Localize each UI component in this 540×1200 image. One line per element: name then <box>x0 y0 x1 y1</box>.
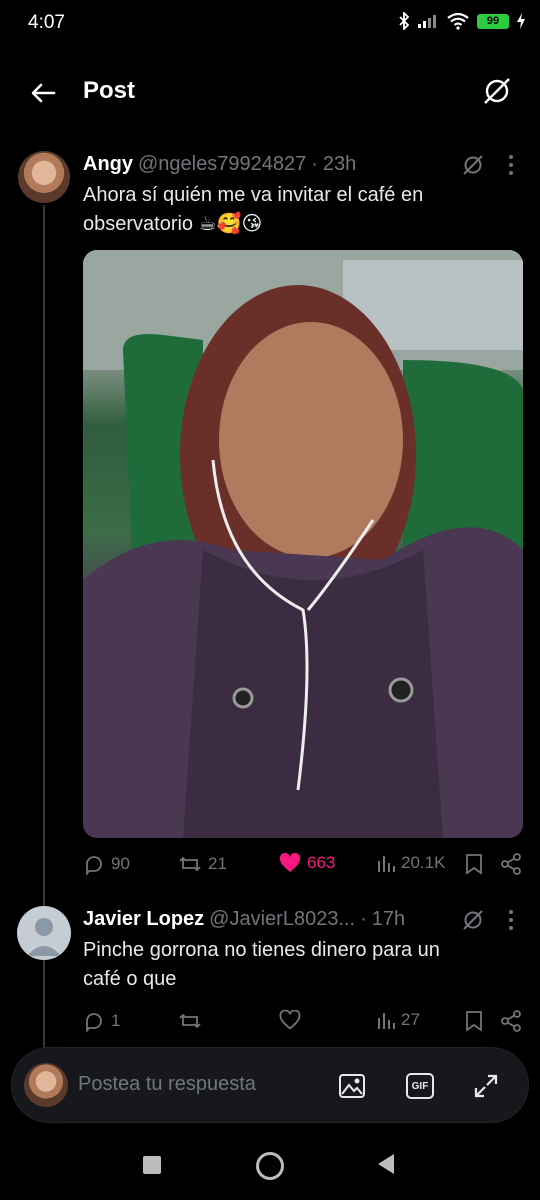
repost-icon <box>179 1013 201 1029</box>
author-name[interactable]: Javier Lopez <box>83 908 204 931</box>
reply-text-line: Pinche gorrona no tienes dinero para un <box>83 939 440 961</box>
heart-filled-icon <box>279 853 301 872</box>
reply-icon <box>86 856 102 875</box>
back-button[interactable] <box>26 76 60 110</box>
grok-post-button[interactable] <box>462 909 484 936</box>
more-vertical-icon <box>509 155 513 175</box>
reply-icon <box>86 1013 102 1032</box>
photo-illustration <box>83 250 523 838</box>
reply-text-line: café o que <box>83 968 177 990</box>
repost-button[interactable]: 21 <box>178 853 227 875</box>
home-button[interactable] <box>256 1152 284 1180</box>
gif-button[interactable]: GIF <box>406 1073 434 1099</box>
battery-indicator: 99 <box>477 13 509 29</box>
image-icon <box>339 1074 365 1098</box>
gif-label: GIF <box>411 1080 429 1092</box>
author-name[interactable]: Angy <box>83 153 133 176</box>
triangle-back-icon <box>378 1154 394 1174</box>
post-time[interactable]: 17h <box>372 908 405 931</box>
reply-header: Javier Lopez @JavierL8023... · 17h <box>83 908 405 931</box>
views-icon <box>378 1013 395 1029</box>
grok-icon <box>484 78 510 104</box>
views-icon <box>378 856 395 872</box>
avatar[interactable] <box>17 906 71 960</box>
expand-icon <box>474 1074 498 1098</box>
tweet-header: Angy @ngeles79924827 · 23h <box>83 153 356 176</box>
like-button[interactable] <box>279 1010 301 1030</box>
like-count: 663 <box>307 853 336 872</box>
repost-count: 21 <box>208 854 227 873</box>
grok-post-button[interactable] <box>462 154 484 181</box>
post-time[interactable]: 23h <box>323 153 356 176</box>
bluetooth-icon <box>399 12 410 30</box>
meta-separator: · <box>311 153 318 175</box>
views-button[interactable]: 27 <box>377 1010 420 1030</box>
bookmark-icon <box>466 1011 482 1032</box>
share-button[interactable] <box>500 1010 522 1037</box>
signal-icon <box>418 15 436 28</box>
bookmark-button[interactable] <box>465 853 483 880</box>
reply-count: 1 <box>111 1011 121 1030</box>
page-title: Post <box>83 77 136 104</box>
grok-button[interactable] <box>482 76 512 106</box>
repost-icon <box>179 856 201 872</box>
status-icons: 99 <box>398 12 526 30</box>
expand-composer-button[interactable] <box>472 1072 500 1105</box>
status-time: 4:07 <box>28 12 65 33</box>
author-handle[interactable]: @ngeles79924827 <box>138 153 306 176</box>
repost-button[interactable] <box>178 1010 202 1032</box>
status-bar: 4:07 99 <box>0 0 540 48</box>
heart-outline-icon <box>279 1010 301 1030</box>
avatar <box>24 1063 68 1107</box>
avatar[interactable] <box>18 151 70 203</box>
share-button[interactable] <box>500 853 522 880</box>
like-button[interactable]: 663 <box>279 853 335 873</box>
default-avatar-icon <box>27 918 61 956</box>
system-back-button[interactable] <box>376 1153 396 1180</box>
bookmark-button[interactable] <box>465 1010 483 1037</box>
add-photo-button[interactable] <box>338 1073 366 1104</box>
arrow-left-icon <box>31 83 56 103</box>
recents-button[interactable] <box>143 1156 161 1174</box>
reply-input[interactable]: Postea tu respuesta <box>78 1073 256 1096</box>
more-options-button[interactable] <box>504 908 518 937</box>
wifi-icon <box>447 12 469 30</box>
charging-icon <box>517 13 525 29</box>
more-vertical-icon <box>509 910 513 930</box>
battery-level: 99 <box>486 15 500 27</box>
views-button[interactable]: 20.1K <box>377 853 445 873</box>
meta-separator: · <box>360 908 367 930</box>
tweet-text-line: Ahora sí quién me va invitar el café en <box>83 184 424 206</box>
reply-button[interactable]: 1 <box>83 1010 120 1032</box>
author-handle[interactable]: @JavierL8023... <box>209 908 355 931</box>
bookmark-icon <box>466 854 482 875</box>
system-navigation-bar <box>0 1136 540 1200</box>
reply-button[interactable]: 90 <box>83 853 130 875</box>
grok-icon <box>463 910 483 930</box>
share-icon <box>501 853 521 875</box>
tweet-text-line: observatorio ☕🥰😘 <box>83 213 263 235</box>
reply-text: Pinche gorrona no tienes dinero para un … <box>83 936 523 994</box>
grok-icon <box>463 155 483 175</box>
more-options-button[interactable] <box>504 153 518 182</box>
reply-count: 90 <box>111 854 130 873</box>
view-count: 27 <box>401 1010 420 1029</box>
reply-composer[interactable]: Postea tu respuesta GIF <box>11 1047 529 1123</box>
tweet-text: Ahora sí quién me va invitar el café en … <box>83 181 523 239</box>
top-app-bar: Post <box>0 58 540 124</box>
view-count: 20.1K <box>401 853 446 872</box>
share-icon <box>501 1010 521 1032</box>
tweet-photo[interactable] <box>83 250 523 838</box>
